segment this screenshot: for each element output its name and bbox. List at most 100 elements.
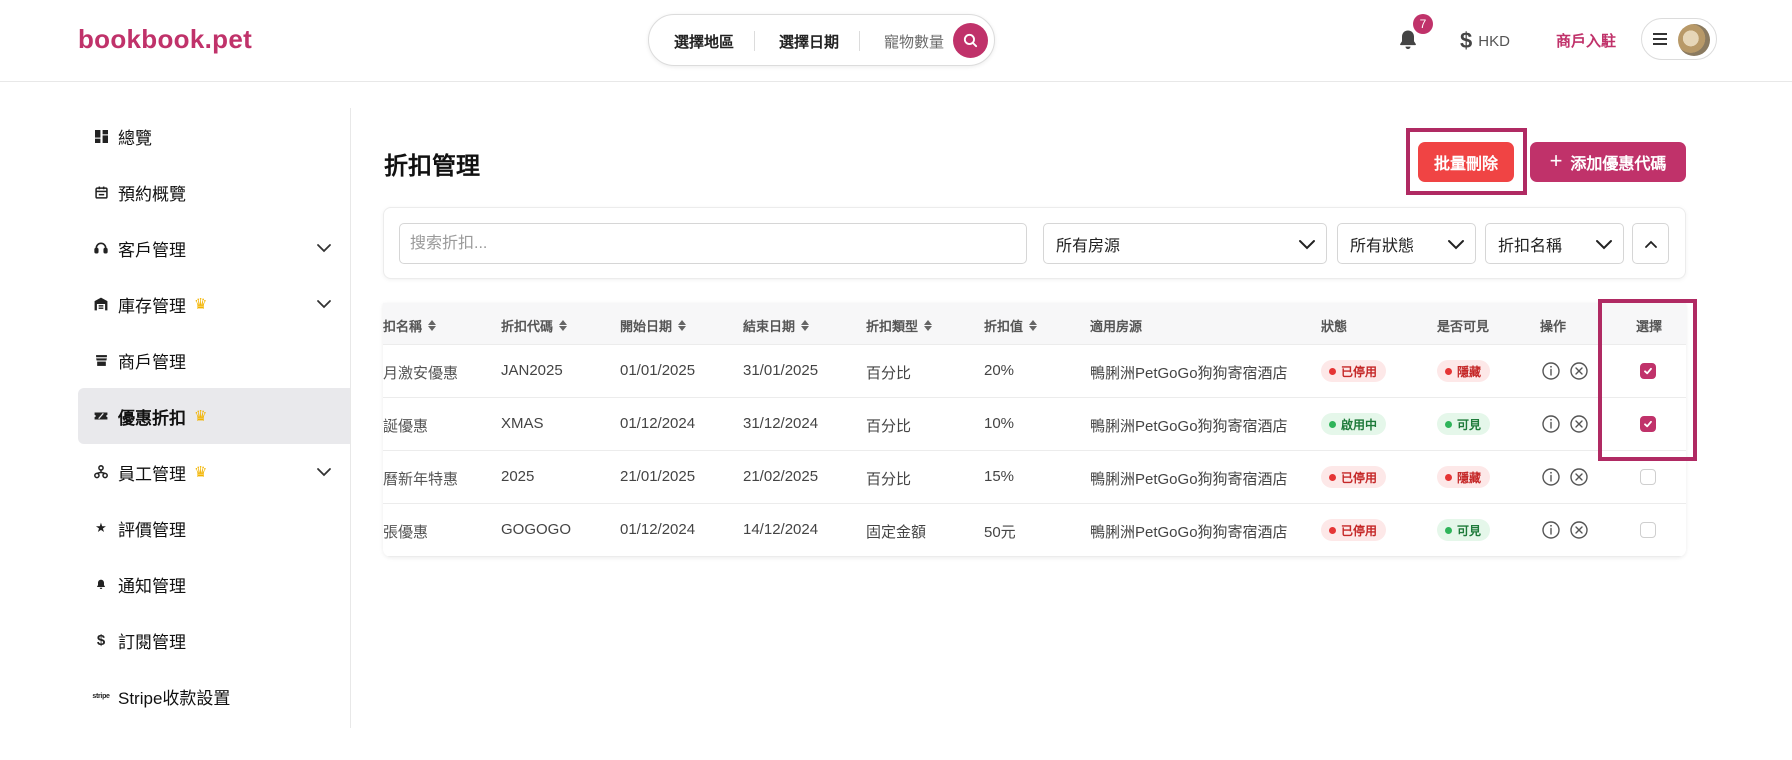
table-row: 月激安優惠 JAN2025 01/01/2025 31/01/2025 百分比 20% 鴨脷… (383, 345, 1686, 398)
search-pets-button[interactable]: 寵物數量 (884, 31, 944, 52)
sort-direction-toggle[interactable] (1632, 223, 1669, 264)
chevron-down-icon[interactable] (316, 296, 332, 312)
user-avatar (1678, 24, 1710, 56)
dollar-icon: $ (96, 631, 106, 649)
sidebar-item-discounts[interactable]: 優惠折扣 ♛ (78, 388, 350, 444)
applicable-property: 鴨脷洲PetGoGo狗狗寄宿酒店 (1090, 418, 1288, 435)
currency-selector[interactable]: $ HKD (1460, 28, 1510, 54)
col-header-name[interactable]: 扣名稱 (383, 316, 437, 335)
sidebar-item-subscriptions[interactable]: $ 訂閱管理 (78, 612, 350, 668)
col-header-value[interactable]: 折扣值 (984, 316, 1038, 335)
sidebar-item-label: 優惠折扣 (118, 408, 186, 428)
merchant-onboarding-link[interactable]: 商戶入駐 (1556, 30, 1616, 51)
sidebar-item-label: 預約概覽 (118, 184, 186, 204)
sidebar-item-staff[interactable]: 員工管理 ♛ (78, 444, 350, 500)
search-date-button[interactable]: 選擇日期 (779, 31, 839, 52)
col-header-code[interactable]: 折扣代碼 (501, 316, 568, 335)
status-dot-icon (1329, 473, 1336, 481)
discount-value: 15% (984, 468, 1015, 485)
chevron-down-icon (1448, 240, 1464, 250)
discount-name: 張優惠 (383, 524, 429, 541)
end-date: 31/12/2024 (743, 415, 819, 432)
brand-logo[interactable]: bookbook.pet (78, 24, 252, 55)
row-select-checkbox[interactable] (1640, 522, 1656, 538)
visibility-dot-icon (1445, 473, 1452, 481)
checkmark-icon (1643, 419, 1653, 429)
chevron-down-icon[interactable] (316, 240, 332, 256)
search-submit-button[interactable] (953, 23, 988, 58)
sidebar-item-overview[interactable]: 總覽 (78, 108, 350, 164)
premium-crown-icon: ♛ (194, 408, 208, 425)
discount-code: XMAS (501, 415, 544, 432)
row-select-checkbox[interactable] (1640, 363, 1656, 379)
col-header-end-date[interactable]: 結束日期 (743, 316, 810, 335)
property-filter-select[interactable]: 所有房源 (1043, 223, 1327, 264)
discount-name: 誕優惠 (383, 418, 429, 435)
col-header-type[interactable]: 折扣類型 (866, 316, 933, 335)
sidebar-item-customers[interactable]: 客戶管理 (78, 220, 350, 276)
remove-icon[interactable] (1569, 520, 1589, 540)
row-select-checkbox[interactable] (1640, 469, 1656, 485)
discount-type: 百分比 (866, 471, 912, 488)
user-menu-button[interactable] (1641, 18, 1717, 60)
checkmark-icon (1643, 366, 1653, 376)
bulk-delete-button[interactable]: 批量刪除 (1418, 142, 1514, 182)
search-region-button[interactable]: 選擇地區 (674, 31, 734, 52)
sidebar-item-label: 訂閱管理 (118, 632, 186, 652)
info-icon[interactable] (1541, 520, 1561, 540)
remove-icon[interactable] (1569, 414, 1589, 434)
discount-search-input[interactable] (399, 223, 1027, 264)
chevron-up-icon (1644, 240, 1657, 248)
coupon-icon (94, 409, 108, 423)
sidebar-item-inventory[interactable]: 庫存管理 ♛ (78, 276, 350, 332)
applicable-property: 鴨脷洲PetGoGo狗狗寄宿酒店 (1090, 471, 1288, 488)
sort-icon (428, 320, 437, 331)
visibility-dot-icon (1445, 367, 1452, 375)
bell-icon (94, 577, 108, 591)
sort-icon (559, 320, 568, 331)
sort-by-value: 折扣名稱 (1498, 237, 1563, 255)
calendar-icon (94, 185, 108, 199)
sort-icon (678, 320, 687, 331)
add-promo-code-button[interactable]: + 添加優惠代碼 (1530, 142, 1686, 182)
discounts-table: 扣名稱 折扣代碼 開始日期 結束日期 折扣類型 折扣值 適用房源 狀態 是否可見… (383, 303, 1686, 557)
visibility-badge: 可見 (1437, 519, 1491, 541)
info-icon[interactable] (1541, 414, 1561, 434)
col-header-start-date[interactable]: 開始日期 (620, 316, 687, 335)
sidebar-item-label: 評價管理 (118, 520, 186, 540)
discount-type: 百分比 (866, 418, 912, 435)
sidebar-item-merchant[interactable]: 商戶管理 (78, 332, 350, 388)
sidebar-item-label: 總覽 (118, 128, 152, 148)
row-select-checkbox[interactable] (1640, 416, 1656, 432)
info-icon[interactable] (1541, 361, 1561, 381)
sort-by-select[interactable]: 折扣名稱 (1485, 223, 1624, 264)
info-icon[interactable] (1541, 467, 1561, 487)
remove-icon[interactable] (1569, 467, 1589, 487)
sidebar-item-reviews[interactable]: ★ 評價管理 (78, 500, 350, 556)
remove-icon[interactable] (1569, 361, 1589, 381)
search-icon (963, 33, 978, 48)
discount-type: 百分比 (866, 365, 912, 382)
top-header: bookbook.pet 選擇地區 選擇日期 寵物數量 7 $ HKD 商戶入駐 (0, 0, 1792, 82)
col-header-select: 選擇 (1636, 319, 1663, 334)
col-header-status: 狀態 (1321, 319, 1348, 334)
start-date: 01/12/2024 (620, 521, 696, 538)
start-date: 01/01/2025 (620, 362, 696, 379)
sidebar-item-stripe[interactable]: stripe Stripe收款設置 (78, 668, 350, 724)
sidebar-item-label: 商戶管理 (118, 352, 186, 372)
status-filter-select[interactable]: 所有狀態 (1337, 223, 1476, 264)
sidebar-item-label: 庫存管理 (118, 296, 186, 316)
currency-code: HKD (1478, 32, 1510, 50)
discount-type: 固定金額 (866, 524, 927, 541)
status-badge: 啟用中 (1321, 413, 1387, 435)
discount-value: 50元 (984, 524, 1016, 541)
sidebar-item-notifications[interactable]: 通知管理 (78, 556, 350, 612)
col-header-visibility: 是否可見 (1437, 319, 1490, 334)
chevron-down-icon[interactable] (316, 464, 332, 480)
store-icon (94, 353, 108, 367)
filter-panel: 所有房源 所有狀態 折扣名稱 (383, 207, 1686, 279)
discount-value: 10% (984, 415, 1015, 432)
search-bar[interactable]: 選擇地區 選擇日期 寵物數量 (648, 14, 995, 66)
sidebar-item-label: Stripe收款設置 (118, 688, 231, 708)
sidebar-item-bookings[interactable]: 預約概覽 (78, 164, 350, 220)
